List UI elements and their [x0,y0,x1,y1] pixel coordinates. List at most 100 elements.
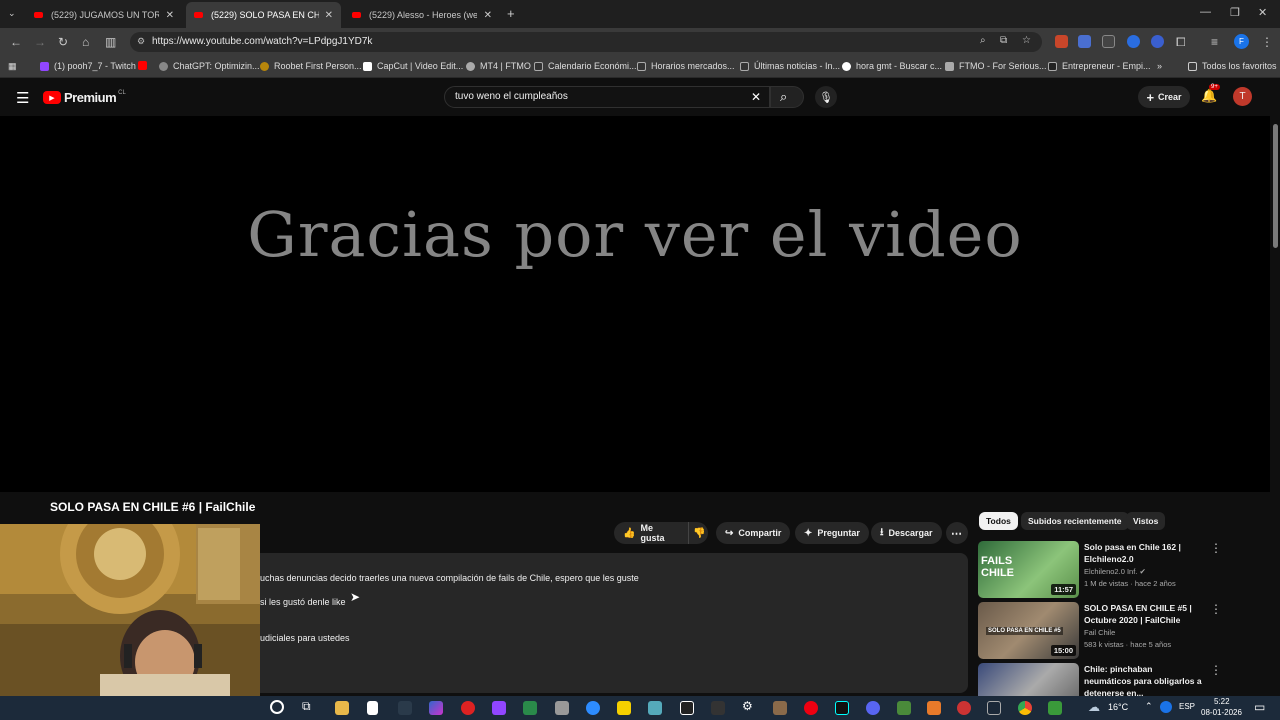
minimize-icon[interactable]: — [1200,6,1211,18]
more-bookmarks-icon[interactable]: » [1157,61,1162,71]
zoom-app-icon[interactable] [586,701,600,715]
capcut-icon[interactable] [680,701,694,715]
app-icon[interactable] [957,701,971,715]
bookmark-chatgpt[interactable]: ChatGPT: Optimizin... [159,61,260,71]
youtube-premium-logo[interactable]: ▶ Premium CL [43,90,126,105]
extension-icon[interactable] [1055,35,1068,48]
bookmark-mt4[interactable]: MT4 | FTMO [466,61,531,71]
bookmark-horarios[interactable]: Horarios mercados... [637,61,735,71]
related-video-title[interactable]: Solo pasa en Chile 162 | Elchileno2.0 [1084,541,1202,565]
translate-extension-icon[interactable] [1078,35,1091,48]
more-options-icon[interactable]: ⋮ [1210,602,1222,616]
scrollbar-thumb[interactable] [1273,124,1278,248]
clock-time[interactable]: 5:22 [1214,697,1230,706]
cortana-search-icon[interactable] [270,700,284,714]
extensions-puzzle-icon[interactable]: ⧠ [1176,35,1186,50]
like-button[interactable]: 👍 Me gusta [614,522,688,544]
input-language[interactable]: ESP [1179,702,1195,711]
browser-tab-2[interactable]: (5229) SOLO PASA EN CHILE #6 ✕ [186,2,341,28]
new-tab-icon[interactable]: + [507,6,515,21]
steam-icon[interactable] [987,701,1001,715]
app-icon[interactable] [523,701,537,715]
reading-list-icon[interactable]: ≡ [1211,35,1218,49]
app-icon[interactable] [555,701,569,715]
bookmark-roobet[interactable]: Roobet First Person... [260,61,362,71]
menu-hamburger-icon[interactable]: ☰ [16,89,29,107]
related-video-item[interactable]: Chile: pinchaban neumáticos para obligar… [978,663,1218,696]
install-icon[interactable]: ⧉ [1000,35,1007,46]
video-thumbnail[interactable]: FAILS CHILE 11:57 [978,541,1079,598]
more-options-icon[interactable]: ⋮ [1210,541,1222,555]
dislike-button[interactable]: 👎 [688,522,708,544]
home-icon[interactable]: ⌂ [82,35,89,49]
tab-close-icon[interactable]: ✕ [484,10,492,21]
tiktok-icon[interactable] [835,701,849,715]
channel-name[interactable]: Fail Chile [1084,628,1115,637]
browser-tab-1[interactable]: (5229) JUGAMOS UN TORNEO ✕ [26,2,182,28]
video-thumbnail[interactable] [978,663,1079,696]
reload-icon[interactable]: ↻ [58,35,68,49]
app-icon[interactable] [648,701,662,715]
opera-icon[interactable] [804,701,818,715]
search-button[interactable]: ⌕ [770,86,804,108]
app-icon[interactable] [927,701,941,715]
notifications-bell-icon[interactable]: 🔔 [1201,88,1217,104]
related-video-title[interactable]: SOLO PASA EN CHILE #5 | Octubre 2020 | F… [1084,602,1202,626]
chip-todos[interactable]: Todos [979,512,1018,530]
discord-icon[interactable] [866,701,880,715]
back-icon[interactable]: ← [10,35,22,49]
minecraft-icon[interactable] [897,701,911,715]
tab-close-icon[interactable]: ✕ [166,10,174,21]
related-video-item[interactable]: FAILS CHILE 11:57 Solo pasa en Chile 162… [978,541,1222,599]
download-button[interactable]: ⭳ Descargar [871,522,942,544]
forward-icon[interactable]: → [34,35,46,49]
browser-menu-icon[interactable]: ⋮ [1261,35,1273,49]
extension-icon[interactable] [1151,35,1164,48]
split-view-icon[interactable]: ▥ [105,35,116,49]
app-icon[interactable] [711,701,725,715]
twitch-icon[interactable] [492,701,506,715]
tab-search-icon[interactable]: ⌄ [8,8,16,19]
all-bookmarks-folder[interactable]: Todos los favoritos [1188,61,1277,71]
settings-gear-icon[interactable]: ⚙ [742,699,753,713]
clear-search-icon[interactable]: ✕ [751,90,761,104]
notification-center-icon[interactable]: ▭ [1254,700,1265,714]
weather-temp[interactable]: 16°C [1108,702,1128,712]
bookmark-capcut[interactable]: CapCut | Video Edit... [363,61,463,71]
page-scrollbar[interactable] [1270,116,1280,696]
channel-name[interactable]: Elchileno2.0 Inf. ✔ [1084,567,1146,576]
extension-icon[interactable] [1102,35,1115,48]
more-options-icon[interactable]: ⋮ [1210,663,1218,677]
notepad-icon[interactable] [367,701,378,715]
tab-close-icon[interactable]: ✕ [325,10,333,21]
tray-chevron-icon[interactable]: ⌃ [1145,701,1153,712]
task-view-icon[interactable]: ⧉ [302,699,311,714]
bookmark-star-icon[interactable]: ☆ [1022,35,1031,46]
bookmark-entrepreneur[interactable]: Entrepreneur - Empi... [1048,61,1151,71]
restore-icon[interactable]: ❐ [1230,6,1240,19]
bookmark-noticias[interactable]: Últimas noticias - In... [740,61,840,71]
copilot-icon[interactable] [429,701,443,715]
close-window-icon[interactable]: ✕ [1258,6,1267,19]
video-player[interactable]: Gracias por ver el video [0,116,1270,492]
bookmark-twitch[interactable]: (1) pooh7_7 - Twitch [40,61,136,71]
bookmark-ftmo[interactable]: FTMO - For Serious... [945,61,1047,71]
site-info-icon[interactable]: ⚙ [137,36,145,47]
user-avatar[interactable]: T [1233,87,1252,106]
share-button[interactable]: ↪ Compartir [716,522,791,544]
related-video-title[interactable]: Chile: pinchaban neumáticos para obligar… [1084,663,1202,696]
chrome-icon[interactable] [1018,701,1032,715]
browser-tab-3[interactable]: (5229) Alesso - Heroes (we cou ✕ [344,2,500,28]
more-actions-button[interactable]: ⋯ [946,522,968,544]
related-video-item[interactable]: SOLO PASA EN CHILE #5 15:00 SOLO PASA EN… [978,602,1222,660]
app-icon[interactable] [461,701,475,715]
app-icon[interactable] [398,701,412,715]
ask-button[interactable]: ✦ Preguntar [795,522,869,544]
bookmark-google[interactable]: hora gmt - Buscar c... [842,61,942,71]
clock-date[interactable]: 08-01-2026 [1201,708,1242,717]
app-icon[interactable] [1048,701,1062,715]
chip-subidos-recientemente[interactable]: Subidos recientemente [1021,512,1129,530]
extension-icon[interactable] [1127,35,1140,48]
file-explorer-icon[interactable] [335,701,349,715]
zoom-icon[interactable]: ⌕ [980,35,986,46]
